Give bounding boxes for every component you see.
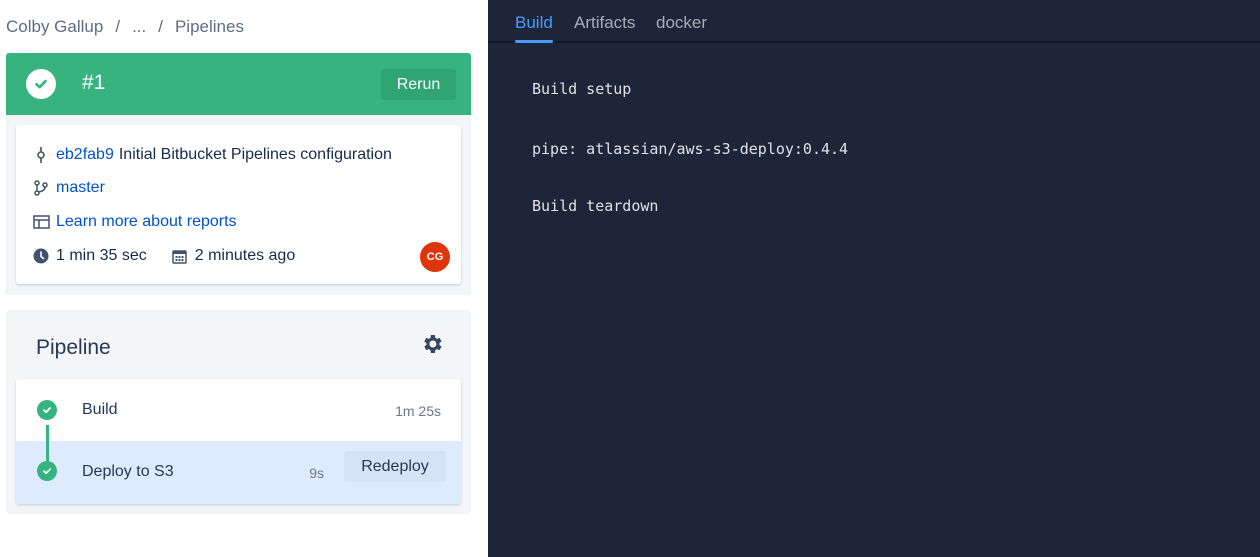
log-line-build-teardown[interactable]: Build teardown bbox=[532, 197, 658, 215]
commit-row: eb2fab9 Initial Bitbucket Pipelines conf… bbox=[32, 146, 392, 164]
log-line-pipe[interactable]: pipe: atlassian/aws-s3-deploy:0.4.4 bbox=[532, 140, 848, 158]
step-name: Build bbox=[82, 401, 118, 418]
pipeline-section: Pipeline Build 1m 25s Deploy to S3 9s Re… bbox=[6, 310, 471, 514]
duration: 1 min 35 sec bbox=[56, 247, 147, 264]
log-panel: Build Artifacts docker Build setup pipe:… bbox=[488, 0, 1260, 557]
avatar[interactable]: CG bbox=[420, 242, 450, 272]
tab-build[interactable]: Build bbox=[515, 13, 553, 43]
tab-artifacts[interactable]: Artifacts bbox=[574, 13, 635, 33]
pipeline-title: Pipeline bbox=[36, 336, 111, 359]
left-panel: Colby Gallup / ... / Pipelines #1 Rerun … bbox=[0, 0, 488, 557]
log-line-build-setup[interactable]: Build setup bbox=[532, 80, 631, 98]
breadcrumb: Colby Gallup / ... / Pipelines bbox=[6, 17, 244, 37]
step-deploy-to-s3[interactable]: Deploy to S3 9s Redeploy bbox=[16, 441, 461, 504]
clock-icon bbox=[32, 247, 50, 265]
step-connector bbox=[46, 425, 49, 470]
commit-info-section: eb2fab9 Initial Bitbucket Pipelines conf… bbox=[6, 115, 471, 295]
commit-hash-link[interactable]: eb2fab9 bbox=[56, 146, 114, 164]
branch-row: master bbox=[32, 179, 105, 197]
breadcrumb-ellipsis[interactable]: ... bbox=[132, 17, 146, 37]
tab-docker[interactable]: docker bbox=[656, 13, 707, 33]
meta-row: 1 min 35 sec 2 minutes ago bbox=[32, 247, 295, 265]
commit-icon bbox=[32, 146, 50, 164]
calendar-icon bbox=[171, 247, 189, 265]
branch-link[interactable]: master bbox=[56, 179, 105, 197]
breadcrumb-separator: / bbox=[158, 17, 163, 36]
time-ago: 2 minutes ago bbox=[194, 247, 296, 264]
rerun-button[interactable]: Rerun bbox=[381, 69, 456, 100]
pipeline-steps: Build 1m 25s Deploy to S3 9s Redeploy bbox=[16, 379, 461, 504]
step-name: Deploy to S3 bbox=[82, 463, 174, 480]
gear-icon[interactable] bbox=[420, 332, 444, 356]
commit-info-card: eb2fab9 Initial Bitbucket Pipelines conf… bbox=[16, 125, 461, 284]
reports-icon bbox=[32, 213, 50, 231]
step-build[interactable]: Build 1m 25s bbox=[16, 379, 461, 441]
learn-more-reports-link[interactable]: Learn more about reports bbox=[56, 213, 237, 231]
success-check-icon bbox=[26, 69, 56, 99]
breadcrumb-user[interactable]: Colby Gallup bbox=[6, 17, 103, 37]
branch-icon bbox=[32, 179, 50, 197]
commit-message: Initial Bitbucket Pipelines configuratio… bbox=[118, 146, 392, 163]
pipeline-status-bar: #1 Rerun bbox=[6, 53, 471, 115]
redeploy-button[interactable]: Redeploy bbox=[344, 451, 446, 482]
breadcrumb-separator: / bbox=[115, 17, 121, 36]
step-success-icon bbox=[37, 400, 57, 420]
run-number: #1 bbox=[82, 71, 106, 94]
log-tabs: Build Artifacts docker bbox=[488, 0, 1260, 43]
step-duration: 1m 25s bbox=[395, 403, 441, 419]
reports-row: Learn more about reports bbox=[32, 213, 237, 231]
breadcrumb-pipelines[interactable]: Pipelines bbox=[175, 17, 244, 37]
step-duration: 9s bbox=[309, 465, 324, 481]
